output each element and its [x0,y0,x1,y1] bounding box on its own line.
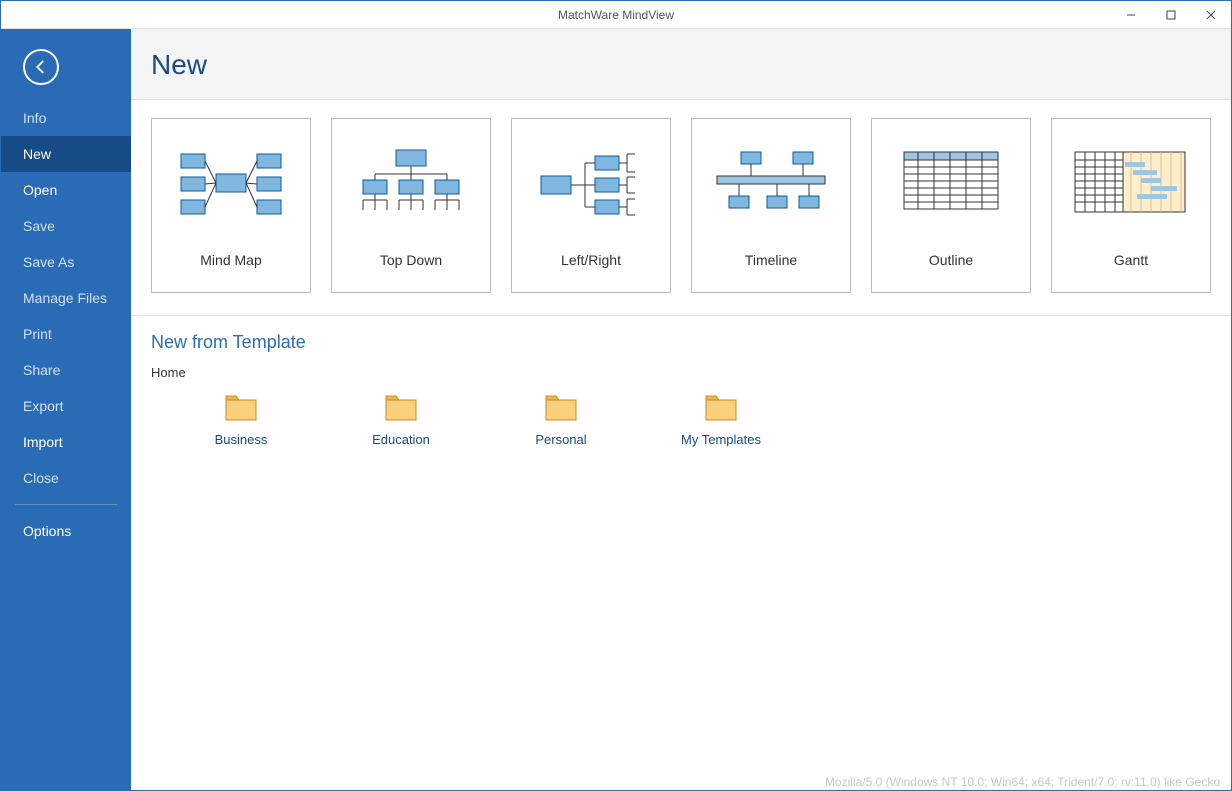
folder-label: My Templates [681,432,761,447]
titlebar: MatchWare MindView [1,1,1231,29]
template-left-right[interactable]: Left/Right [511,118,671,293]
sidebar-item-print[interactable]: Print [1,316,131,352]
main-content: New Mind Map [131,29,1231,790]
left-right-icon [512,119,670,248]
template-label: Top Down [380,252,442,268]
window-controls [1111,1,1231,28]
close-button[interactable] [1191,1,1231,28]
outline-icon [872,119,1030,248]
sidebar-item-options[interactable]: Options [1,513,131,549]
template-outline[interactable]: Outline [871,118,1031,293]
folder-business[interactable]: Business [191,394,291,447]
status-text: Mozilla/5.0 (Windows NT 10.0; Win64; x64… [825,775,1220,789]
template-label: Gantt [1114,252,1148,268]
mind-map-icon [152,119,310,248]
template-timeline[interactable]: Timeline [691,118,851,293]
sidebar-item-export[interactable]: Export [1,388,131,424]
template-label: Left/Right [561,252,621,268]
nav-divider [15,504,117,505]
top-down-icon [332,119,490,248]
section-title: New from Template [151,332,1211,353]
sidebar-item-save[interactable]: Save [1,208,131,244]
minimize-button[interactable] [1111,1,1151,28]
gantt-icon [1052,119,1210,248]
sidebar-item-new[interactable]: New [1,136,131,172]
folder-label: Personal [535,432,586,447]
sidebar-item-info[interactable]: Info [1,100,131,136]
sidebar: InfoNewOpenSaveSave AsManage FilesPrintS… [1,29,131,790]
back-button[interactable] [23,49,59,85]
sidebar-item-manage-files[interactable]: Manage Files [1,280,131,316]
template-mind-map[interactable]: Mind Map [151,118,311,293]
template-top-down[interactable]: Top Down [331,118,491,293]
folder-label: Business [215,432,268,447]
folder-personal[interactable]: Personal [511,394,611,447]
sidebar-item-import[interactable]: Import [1,424,131,460]
template-label: Outline [929,252,973,268]
sidebar-item-open[interactable]: Open [1,172,131,208]
page-title: New [151,49,1231,81]
folder-my-templates[interactable]: My Templates [671,394,771,447]
template-gantt[interactable]: Gantt [1051,118,1211,293]
template-label: Mind Map [200,252,261,268]
window-title: MatchWare MindView [558,8,674,22]
maximize-button[interactable] [1151,1,1191,28]
folder-education[interactable]: Education [351,394,451,447]
template-label: Timeline [745,252,797,268]
header-band: New [131,29,1231,100]
sidebar-item-close[interactable]: Close [1,460,131,496]
sidebar-item-save-as[interactable]: Save As [1,244,131,280]
breadcrumb[interactable]: Home [151,365,1211,380]
sidebar-item-share[interactable]: Share [1,352,131,388]
folders-row: Business Education Personal My Templates [151,394,1211,447]
template-section: New from Template Home Business Educatio… [131,316,1231,463]
timeline-icon [692,119,850,248]
templates-row: Mind Map Top Down [131,100,1231,316]
folder-label: Education [372,432,430,447]
